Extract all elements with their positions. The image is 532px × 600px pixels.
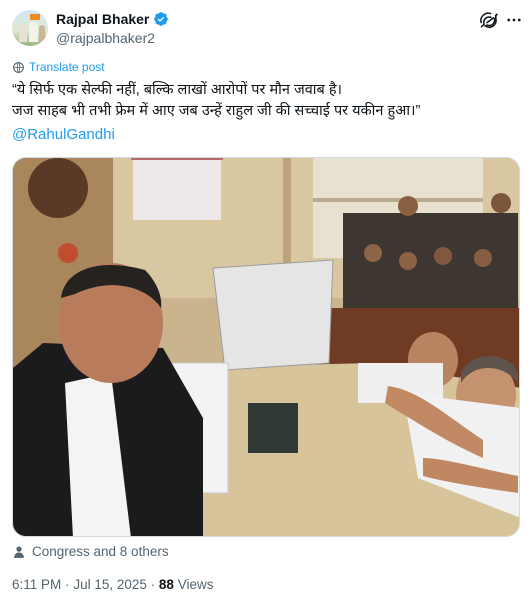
photo-calendar: [133, 158, 221, 220]
photo-head: [474, 249, 492, 267]
tweet-meta: 6:11 PM · Jul 15, 2025 · 88 Views: [12, 577, 213, 593]
photo-head: [434, 247, 452, 265]
avatar-figure: [29, 22, 38, 42]
avatar-figure: [19, 24, 27, 42]
grok-icon[interactable]: [480, 11, 498, 29]
tweet-text-line: जज साहब भी तभी फ्रेम में आए जब उन्हें रा…: [12, 103, 421, 119]
translate-post-link[interactable]: Translate post: [12, 60, 105, 74]
photo-shelf-line: [313, 198, 483, 202]
tweet-date[interactable]: Jul 15, 2025: [73, 577, 147, 592]
tweet-text-line: “ये सिर्फ एक सेल्फी नहीं, बल्कि लाखों आर…: [12, 82, 343, 98]
photo-calendar-edge: [131, 158, 223, 160]
photo-stapler: [248, 403, 298, 453]
tweet-text: “ये सिर्फ एक सेल्फी नहीं, बल्कि लाखों आर…: [12, 80, 520, 122]
photo-head: [491, 193, 511, 213]
more-icon[interactable]: [505, 11, 523, 29]
author-name-row: Rajpal Bhaker: [56, 10, 169, 28]
avatar[interactable]: [12, 10, 48, 46]
photo-head: [398, 196, 418, 216]
liked-by-row[interactable]: Congress and 8 others: [12, 543, 169, 561]
mention-link[interactable]: @RahulGandhi: [12, 125, 115, 145]
photo-badge: [58, 243, 78, 263]
person-icon: [14, 546, 24, 558]
avatar-flag: [30, 14, 40, 20]
photo-officer-head: [28, 158, 88, 218]
meta-separator: ·: [65, 577, 70, 592]
views-label: Views: [177, 577, 214, 592]
photo-computer-cover: [212, 259, 334, 371]
tweet-photo[interactable]: [12, 157, 520, 537]
avatar-figure: [39, 25, 45, 42]
tweet-time[interactable]: 6:11 PM: [12, 577, 61, 592]
globe-icon: [13, 61, 24, 73]
photo-head: [364, 244, 382, 262]
author-handle[interactable]: @rajpalbhaker2: [56, 29, 155, 47]
photo-illustration: [13, 158, 519, 536]
photo-head: [399, 252, 417, 270]
translate-post-label[interactable]: Translate post: [29, 60, 105, 74]
meta-separator: ·: [150, 577, 156, 592]
views-count[interactable]: 88: [159, 577, 174, 592]
verified-badge-icon: [154, 12, 169, 26]
author-display-name[interactable]: Rajpal Bhaker: [56, 10, 149, 28]
tweet: Rajpal Bhaker @rajpalbhaker2 Translate p…: [0, 0, 532, 600]
liked-by-label[interactable]: Congress and 8 others: [32, 543, 169, 561]
